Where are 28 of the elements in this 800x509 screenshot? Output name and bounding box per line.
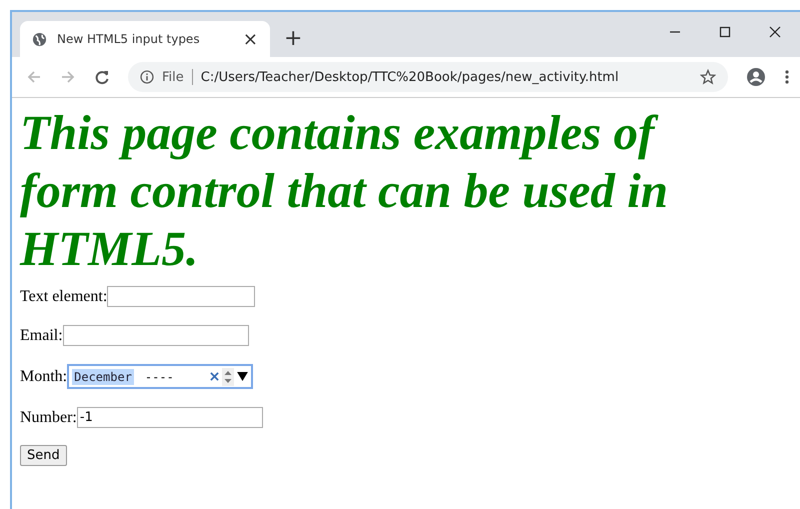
menu-icon[interactable] xyxy=(784,69,790,85)
dropdown-arrow-icon[interactable] xyxy=(237,372,248,381)
field-label: Text element: xyxy=(20,288,108,306)
reload-icon[interactable] xyxy=(94,69,110,85)
info-icon xyxy=(140,70,154,84)
globe-icon xyxy=(32,32,47,46)
star-icon[interactable] xyxy=(700,69,716,85)
email-input[interactable] xyxy=(62,325,249,346)
tab-title: New HTML5 input types xyxy=(57,32,201,46)
browser-tab[interactable]: New HTML5 input types × xyxy=(20,21,270,57)
send-button[interactable]: Send xyxy=(20,445,67,466)
page-heading: This page contains examples of form control that can be used in HTML5. xyxy=(20,104,669,278)
scheme-label: File xyxy=(162,70,184,84)
close-icon[interactable] xyxy=(769,26,781,38)
new-tab-button[interactable]: + xyxy=(284,26,302,51)
spinner-icon[interactable] xyxy=(222,368,234,386)
month-input[interactable]: December ---- xyxy=(67,364,254,389)
address-bar[interactable]: File C:/Users/Teacher/Desktop/TTC%20Book/pages/new_activity.html xyxy=(128,62,728,92)
url-text: C:/Users/Teacher/Desktop/TTC%20Book/pages/new_activity.html xyxy=(200,70,619,84)
maximize-icon[interactable] xyxy=(719,26,731,38)
number-input[interactable]: -1 xyxy=(76,407,263,428)
close-tab-button[interactable]: × xyxy=(242,28,258,50)
field-label: Month: xyxy=(20,368,68,386)
field-label: Email: xyxy=(20,326,63,344)
clear-icon[interactable] xyxy=(210,372,220,381)
field-label: Number: xyxy=(20,408,77,426)
text-input[interactable] xyxy=(107,286,256,307)
account-icon[interactable] xyxy=(746,67,766,87)
